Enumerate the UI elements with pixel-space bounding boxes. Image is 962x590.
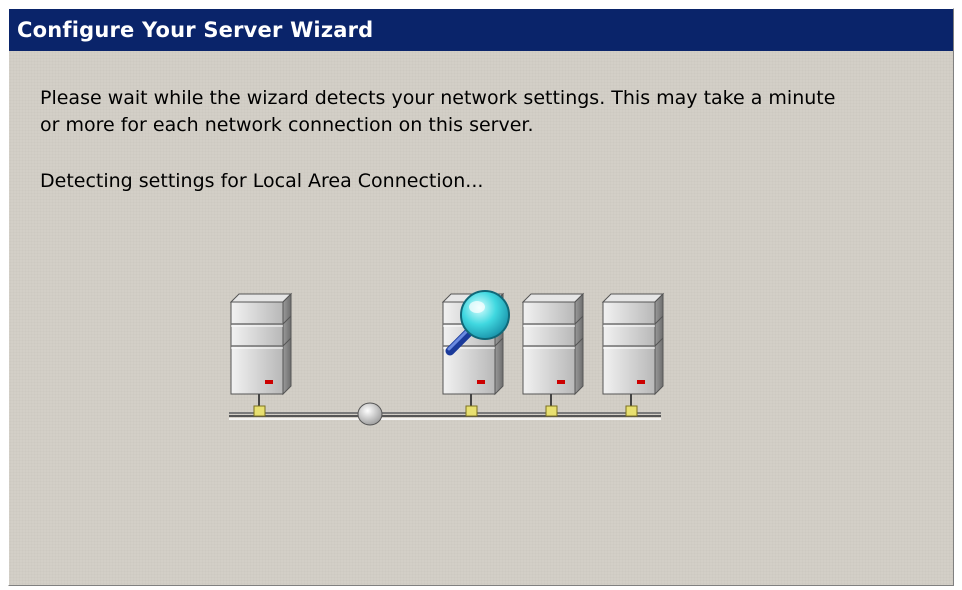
server-icon	[522, 293, 584, 417]
server-icon	[230, 293, 292, 417]
network-hub-icon	[357, 402, 383, 426]
network-detection-illustration	[229, 290, 664, 426]
wizard-dialog: Configure Your Server Wizard Please wait…	[8, 8, 954, 586]
server-icon	[602, 293, 664, 417]
network-bus	[229, 412, 661, 420]
